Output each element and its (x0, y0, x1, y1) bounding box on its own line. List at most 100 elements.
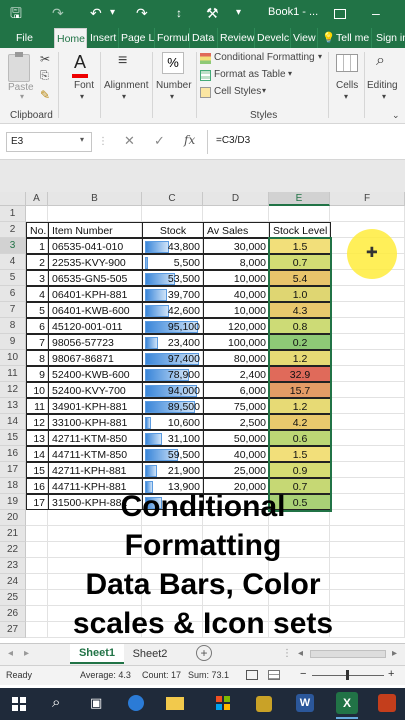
row-header-4[interactable]: 4 (0, 254, 26, 270)
cell-item-number[interactable]: 52400-KWB-600 (48, 366, 143, 382)
cell-stock[interactable]: 43,800 (142, 238, 204, 254)
row-header-18[interactable]: 18 (0, 478, 26, 494)
fat-dropdown-icon[interactable]: ▾ (288, 69, 292, 78)
grid-cell[interactable] (330, 318, 405, 334)
grid-cell[interactable] (330, 366, 405, 382)
row-header-12[interactable]: 12 (0, 382, 26, 398)
tab-insert[interactable]: Insert (88, 28, 119, 48)
cell-stock-level[interactable]: 0.6 (269, 430, 331, 446)
enter-icon[interactable]: ✓ (154, 133, 165, 149)
cell-item-number[interactable]: 06401-KWB-600 (48, 302, 143, 318)
cells-icon[interactable] (336, 54, 358, 72)
format-as-table-icon[interactable] (200, 70, 211, 81)
cell-stock-level[interactable]: 0.8 (269, 318, 331, 334)
cell-stock[interactable]: 39,700 (142, 286, 204, 302)
cell-stock[interactable]: 10,600 (142, 414, 204, 430)
row-header-11[interactable]: 11 (0, 366, 26, 382)
zoom-out-icon[interactable]: − (300, 668, 306, 680)
row-header-13[interactable]: 13 (0, 398, 26, 414)
sort-icon[interactable]: ↕ (176, 4, 182, 22)
header-cell-level[interactable]: Stock Level (269, 222, 331, 238)
word-icon[interactable]: W (296, 694, 314, 712)
cells-dropdown-icon[interactable]: ▾ (344, 92, 348, 101)
cell-no[interactable]: 9 (26, 366, 49, 382)
cell-av-sales[interactable]: 2,400 (203, 366, 270, 382)
conditional-formatting-icon[interactable] (200, 53, 211, 64)
scroll-left-icon[interactable]: ◂ (8, 648, 13, 659)
cell-stock-level[interactable]: 1.5 (269, 446, 331, 462)
hscroll-right-icon[interactable]: ▸ (392, 648, 397, 659)
tab-developer[interactable]: Develc (255, 28, 291, 48)
grid-cell[interactable] (330, 462, 405, 478)
cell-item-number[interactable]: 98067-86871 (48, 350, 143, 366)
alignment-icon[interactable]: ≡ (118, 52, 127, 70)
insert-function-icon[interactable]: fx (184, 133, 195, 147)
grid-cell[interactable] (203, 206, 269, 222)
header-cell-no[interactable]: No. (26, 222, 49, 238)
font-icon[interactable]: A (74, 52, 86, 73)
horizontal-scrollbar[interactable] (310, 650, 386, 658)
cell-item-number[interactable]: 98056-57723 (48, 334, 143, 350)
cell-av-sales[interactable]: 100,000 (203, 334, 270, 350)
row-header-15[interactable]: 15 (0, 430, 26, 446)
cell-av-sales[interactable]: 10,000 (203, 302, 270, 318)
customize-qa-icon[interactable]: ▾ (236, 4, 241, 22)
row-header-27[interactable]: 27 (0, 622, 26, 638)
cell-item-number[interactable]: 34901-KPH-881 (48, 398, 143, 414)
cell-no[interactable]: 8 (26, 350, 49, 366)
cell-item-number[interactable]: 22535-KVY-900 (48, 254, 143, 270)
conditional-formatting-button[interactable]: Conditional Formatting (214, 52, 315, 63)
cell-stock[interactable]: 95,100 (142, 318, 204, 334)
grid-cell[interactable] (142, 206, 203, 222)
cell-av-sales[interactable]: 6,000 (203, 382, 270, 398)
cell-stock-level[interactable]: 1.5 (269, 238, 331, 254)
cell-item-number[interactable]: 42711-KPH-881 (48, 462, 143, 478)
taskbar-search-icon[interactable]: ⌕ (52, 694, 60, 711)
select-all-corner[interactable] (0, 192, 26, 206)
cell-item-number[interactable]: 42711-KTM-850 (48, 430, 143, 446)
task-view-icon[interactable]: ▣ (90, 695, 102, 711)
column-header-a[interactable]: A (26, 192, 48, 206)
grid-cell[interactable] (330, 286, 405, 302)
cut-icon[interactable]: ✂ (40, 52, 50, 66)
row-header-14[interactable]: 14 (0, 414, 26, 430)
cell-item-number[interactable]: 52400-KVY-700 (48, 382, 143, 398)
row-header-3[interactable]: 3 (0, 238, 26, 254)
tell-me-search[interactable]: Tell me (334, 28, 372, 48)
alignment-label[interactable]: Alignment (104, 80, 148, 91)
cell-stock-level[interactable]: 4.3 (269, 302, 331, 318)
cell-stock[interactable]: 94,000 (142, 382, 204, 398)
cell-no[interactable]: 5 (26, 302, 49, 318)
column-header-e[interactable]: E (269, 192, 330, 206)
cell-av-sales[interactable]: 10,000 (203, 270, 270, 286)
grid-cell[interactable] (330, 398, 405, 414)
font-dropdown-icon[interactable]: ▾ (80, 92, 84, 101)
cell-no[interactable]: 12 (26, 414, 49, 430)
scroll-right-icon[interactable]: ▸ (24, 648, 29, 659)
cell-stock[interactable]: 23,400 (142, 334, 204, 350)
zoom-handle[interactable] (346, 670, 349, 680)
cell-stock-level[interactable]: 0.9 (269, 462, 331, 478)
row-header-1[interactable]: 1 (0, 206, 26, 222)
cell-no[interactable]: 15 (26, 462, 49, 478)
grid-cell[interactable] (330, 206, 405, 222)
row-header-23[interactable]: 23 (0, 558, 26, 574)
tab-review[interactable]: Review (218, 28, 255, 48)
row-header-2[interactable]: 2 (0, 222, 26, 238)
cf-dropdown-icon[interactable]: ▾ (318, 52, 322, 61)
cell-stock[interactable]: 5,500 (142, 254, 204, 270)
alignment-dropdown-icon[interactable]: ▾ (122, 92, 126, 101)
format-painter-qa-icon[interactable]: ⚒ (206, 4, 219, 22)
restore-icon[interactable] (334, 9, 346, 19)
grid-cell[interactable] (330, 414, 405, 430)
row-header-5[interactable]: 5 (0, 270, 26, 286)
editing-label[interactable]: Editing (367, 80, 398, 91)
search-icon[interactable]: ⌕ (376, 52, 385, 70)
cancel-icon[interactable]: ✕ (124, 133, 135, 149)
cell-item-number[interactable]: 44711-KTM-850 (48, 446, 143, 462)
windows-store-icon[interactable] (216, 696, 230, 710)
save-icon[interactable]: 🖫 (10, 4, 22, 22)
cell-stock-level[interactable]: 0.7 (269, 254, 331, 270)
row-header-26[interactable]: 26 (0, 606, 26, 622)
format-painter-icon[interactable]: ✎ (40, 88, 50, 102)
